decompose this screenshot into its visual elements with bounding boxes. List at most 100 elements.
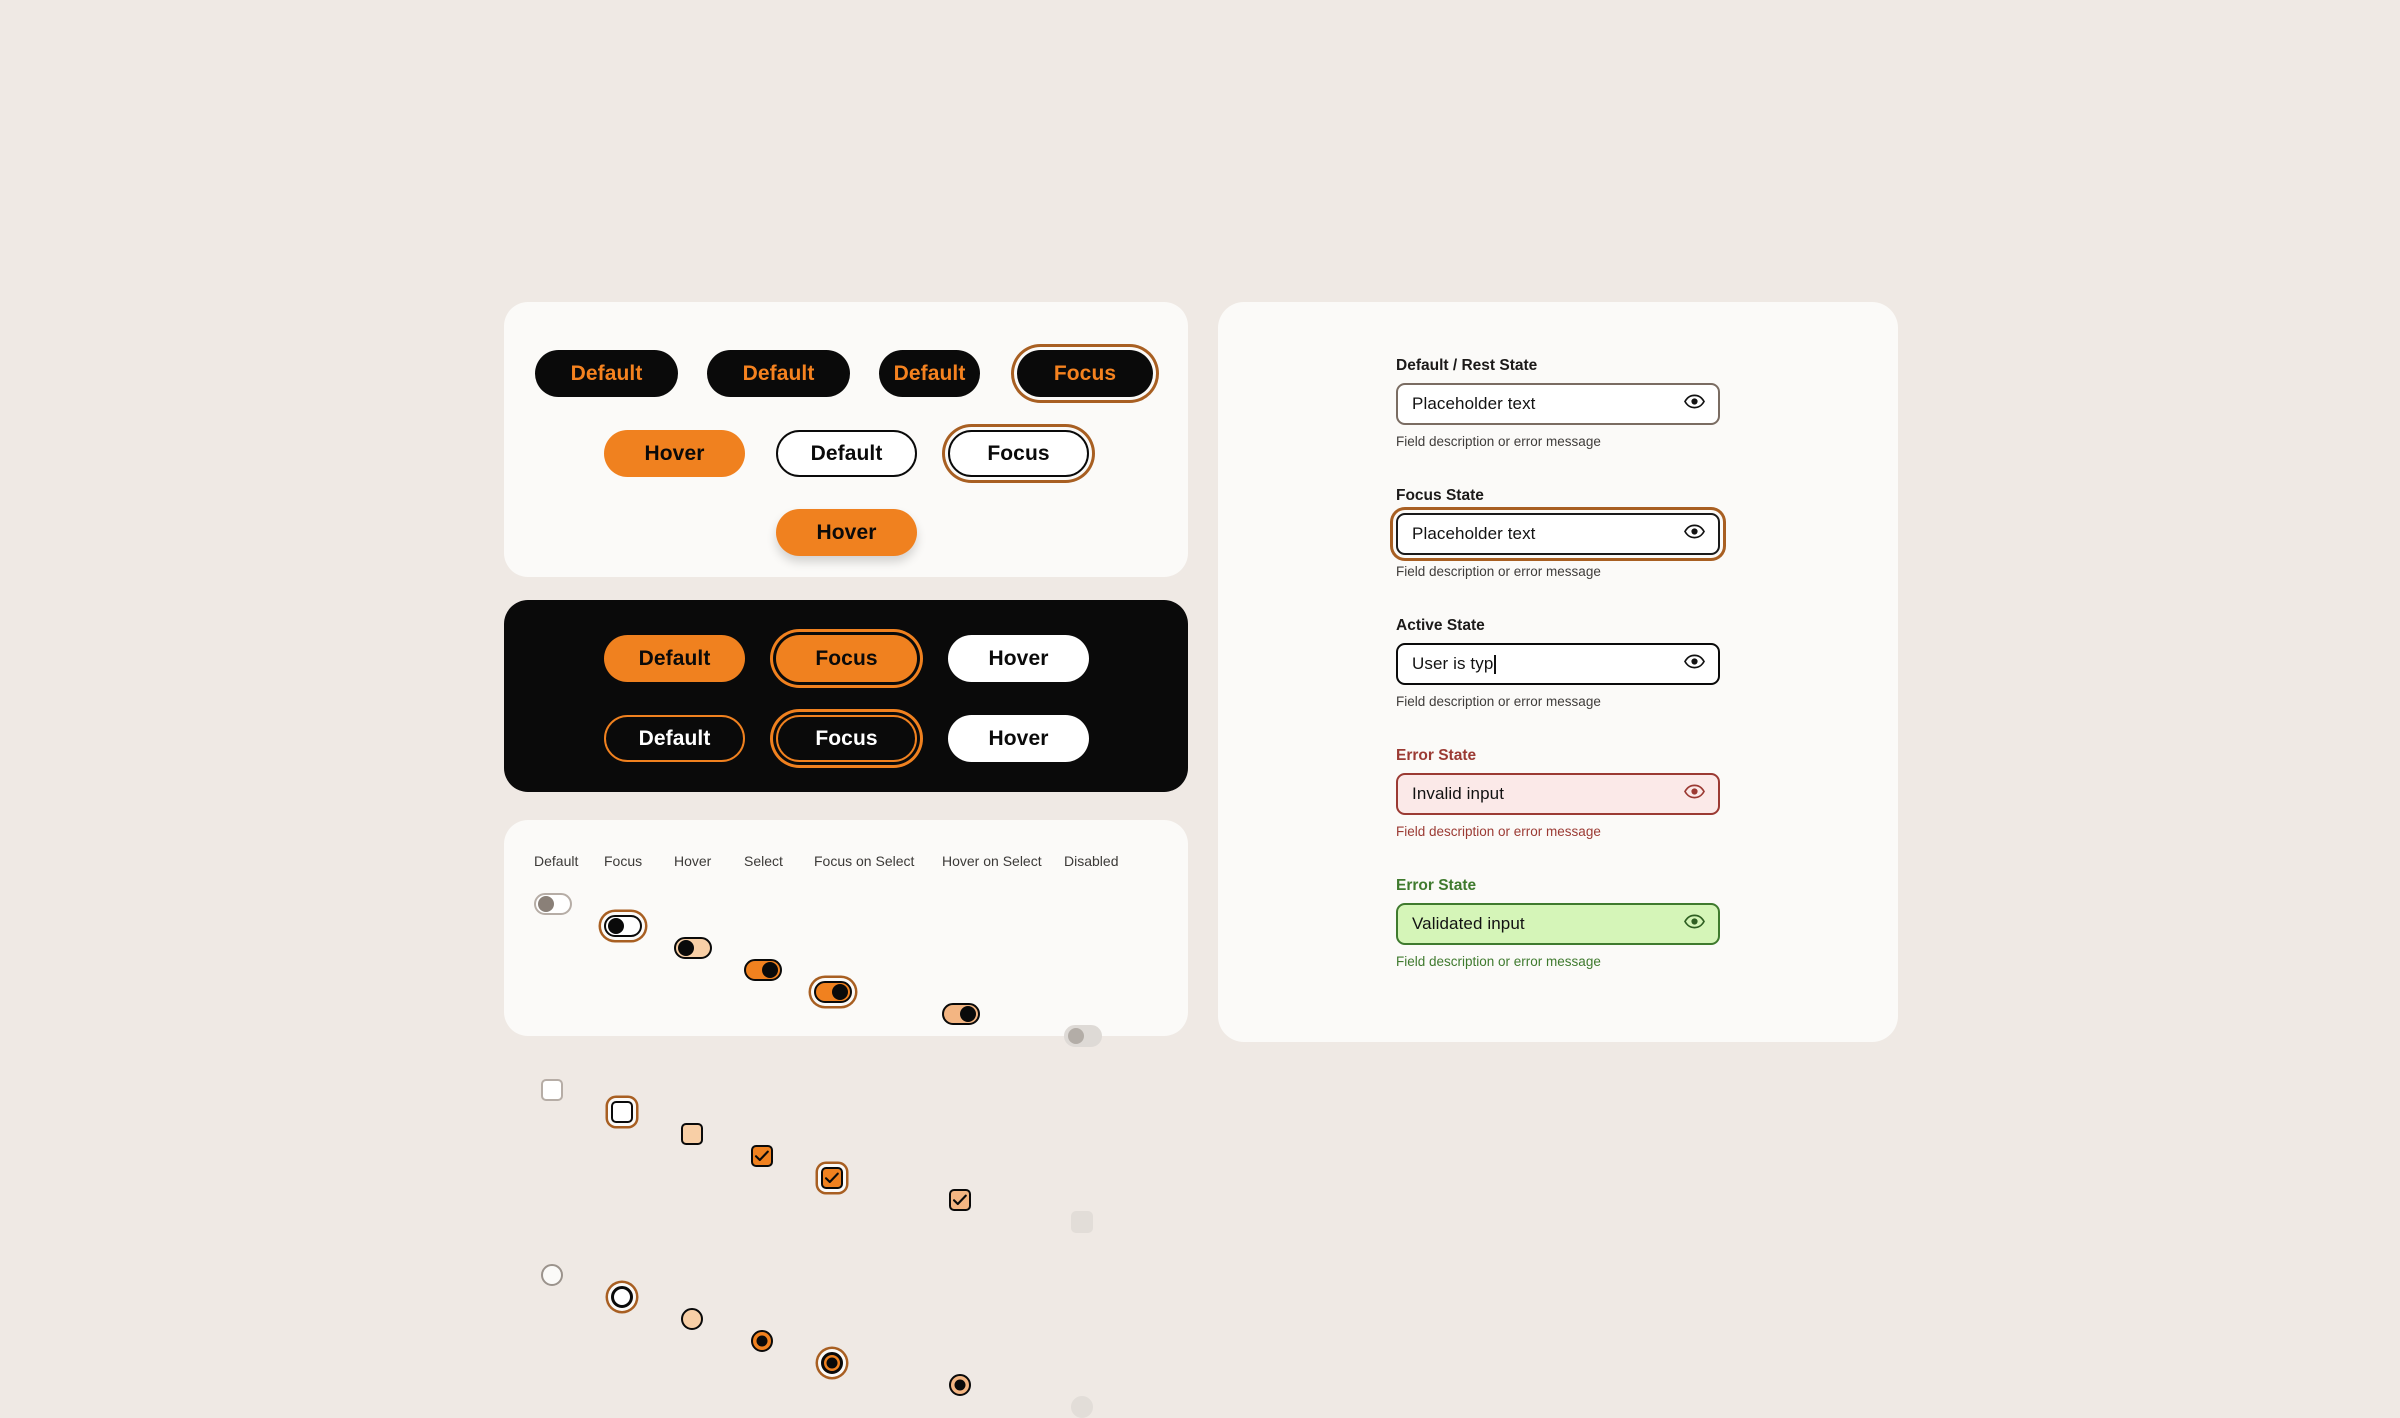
field-label: Error State: [1396, 877, 1477, 894]
toggle-knob: [608, 918, 624, 934]
eye-icon[interactable]: [1684, 914, 1705, 934]
eye-icon[interactable]: [1684, 394, 1705, 414]
toggle-hover-on-select[interactable]: [942, 1003, 980, 1025]
checkbox-select[interactable]: [751, 1145, 773, 1167]
button-label: Default: [570, 361, 643, 385]
design-system-canvas: Default Default Default Focus Hover Defa…: [0, 0, 2400, 1418]
field-help-text: Field description or error message: [1396, 954, 1601, 970]
button-label: Hover: [644, 441, 705, 465]
dark-button-hover-white-2[interactable]: Hover: [948, 715, 1089, 762]
eye-icon[interactable]: [1684, 654, 1705, 674]
dark-button-focus-outline[interactable]: Focus: [776, 715, 917, 762]
text-input[interactable]: Placeholder text: [1396, 383, 1720, 426]
field-help-text: Field description or error message: [1396, 564, 1601, 580]
button-default-outline[interactable]: Default: [776, 430, 917, 477]
input-value: User is typ: [1412, 654, 1494, 674]
button-label: Default: [893, 361, 966, 385]
button-label: Default: [638, 726, 711, 750]
eye-icon[interactable]: [1684, 524, 1705, 544]
field-error: Error State Invalid input Field descript…: [1396, 747, 1720, 839]
input-value: Validated input: [1412, 914, 1525, 934]
text-caret: [1494, 654, 1496, 674]
toggle-knob: [960, 1006, 976, 1022]
dark-buttons-panel: Default Focus Hover Default Focus Hover: [504, 600, 1188, 792]
text-input[interactable]: Invalid input: [1396, 773, 1720, 816]
toggle-hover[interactable]: [674, 937, 712, 959]
radio-hover-on-select[interactable]: [949, 1374, 971, 1396]
field-label: Default / Rest State: [1396, 357, 1538, 374]
text-input[interactable]: User is typ: [1396, 643, 1720, 686]
radio-disabled: [1071, 1396, 1093, 1418]
button-default-dark-2[interactable]: Default: [707, 350, 850, 397]
button-focus-dark[interactable]: Focus: [1017, 350, 1153, 397]
radio-focus[interactable]: [611, 1286, 633, 1308]
checkbox-disabled: [1071, 1211, 1093, 1233]
eye-icon[interactable]: [1684, 784, 1705, 804]
input-states-panel: Default / Rest State Placeholder text Fi…: [1218, 302, 1898, 1042]
field-focus: Focus State Placeholder text Field descr…: [1396, 487, 1720, 579]
toggle-focus-on-select[interactable]: [814, 981, 852, 1003]
button-label: Focus: [1053, 361, 1117, 385]
field-help-text: Field description or error message: [1396, 434, 1601, 450]
field-help-text: Field description or error message: [1396, 824, 1601, 840]
toggle-knob: [1068, 1028, 1084, 1044]
column-header-select: Select: [744, 853, 783, 869]
button-label: Hover: [988, 646, 1049, 670]
button-label: Default: [638, 646, 711, 670]
radio-dot: [826, 1357, 838, 1369]
check-icon: [754, 1150, 769, 1162]
field-label: Active State: [1396, 617, 1485, 634]
radio-dot: [756, 1335, 768, 1347]
button-hover-orange-1[interactable]: Hover: [604, 430, 745, 477]
input-value: Placeholder text: [1412, 524, 1536, 544]
check-icon: [952, 1194, 967, 1206]
field-help-text: Field description or error message: [1396, 694, 1601, 710]
toggle-focus[interactable]: [604, 915, 642, 937]
button-default-dark-3[interactable]: Default: [879, 350, 980, 397]
input-value: Placeholder text: [1412, 394, 1536, 414]
button-label: Default: [810, 441, 883, 465]
toggle-knob: [832, 984, 848, 1000]
field-label: Error State: [1396, 747, 1477, 764]
radio-hover[interactable]: [681, 1308, 703, 1330]
check-icon: [824, 1172, 839, 1184]
radio-focus-on-select[interactable]: [821, 1352, 843, 1374]
checkbox-hover-on-select[interactable]: [949, 1189, 971, 1211]
toggle-knob: [762, 962, 778, 978]
dark-button-default-filled[interactable]: Default: [604, 635, 745, 682]
button-label: Default: [742, 361, 815, 385]
toggle-default[interactable]: [534, 893, 572, 915]
radio-default[interactable]: [541, 1264, 563, 1286]
dark-button-default-outline[interactable]: Default: [604, 715, 745, 762]
field-default-rest: Default / Rest State Placeholder text Fi…: [1396, 357, 1720, 449]
button-label: Focus: [987, 441, 1050, 465]
checkbox-hover[interactable]: [681, 1123, 703, 1145]
button-label: Hover: [816, 520, 877, 544]
text-input[interactable]: Validated input: [1396, 903, 1720, 946]
toggle-knob: [538, 896, 554, 912]
column-header-default: Default: [534, 853, 579, 869]
toggle-disabled: [1064, 1025, 1102, 1047]
column-header-hover-on-select: Hover on Select: [942, 853, 1042, 869]
text-input[interactable]: Placeholder text: [1396, 513, 1720, 556]
toggle-select[interactable]: [744, 959, 782, 981]
column-header-disabled: Disabled: [1064, 853, 1119, 869]
button-focus-outline[interactable]: Focus: [948, 430, 1089, 477]
button-default-dark-1[interactable]: Default: [535, 350, 678, 397]
button-hover-orange-2[interactable]: Hover: [776, 509, 917, 556]
input-value: Invalid input: [1412, 784, 1505, 804]
field-active: Active State User is typ Field descripti…: [1396, 617, 1720, 709]
field-validated: Error State Validated input Field descri…: [1396, 877, 1720, 969]
radio-select[interactable]: [751, 1330, 773, 1352]
button-label: Focus: [815, 646, 878, 670]
field-label: Focus State: [1396, 487, 1484, 504]
button-label: Hover: [988, 726, 1049, 750]
checkbox-focus-on-select[interactable]: [821, 1167, 843, 1189]
checkbox-default[interactable]: [541, 1079, 563, 1101]
dark-button-hover-white-1[interactable]: Hover: [948, 635, 1089, 682]
button-label: Focus: [815, 726, 878, 750]
toggle-knob: [678, 940, 694, 956]
dark-button-focus-filled[interactable]: Focus: [776, 635, 917, 682]
buttons-panel: Default Default Default Focus Hover Defa…: [504, 302, 1188, 577]
checkbox-focus[interactable]: [611, 1101, 633, 1123]
